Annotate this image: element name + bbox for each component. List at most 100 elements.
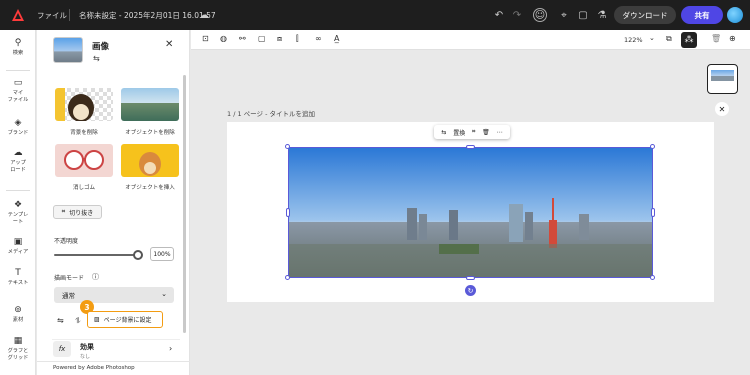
share-button[interactable]: 共有 bbox=[681, 6, 723, 24]
chevron-down-icon[interactable]: ⌄ bbox=[649, 34, 655, 42]
crop-label: 切り抜き bbox=[69, 209, 94, 217]
replace-label[interactable]: 置換 bbox=[453, 128, 465, 137]
more-icon[interactable]: ⋯ bbox=[497, 129, 503, 136]
brand-icon: ◈ bbox=[14, 118, 22, 128]
eraser-tile[interactable] bbox=[55, 144, 113, 177]
effects-label: 効果 bbox=[80, 343, 94, 351]
document-title[interactable]: 名称未設定 - 2025年2月01日 16.01.57 bbox=[79, 10, 216, 21]
opacity-slider-handle[interactable] bbox=[133, 250, 143, 260]
location-pin-icon[interactable]: ⌖ bbox=[557, 8, 571, 22]
nav-item-label: 素材 bbox=[12, 317, 24, 323]
nav-item-label: テンプレ ート bbox=[7, 212, 29, 225]
effects-icon: fx bbox=[53, 341, 71, 357]
resize-handle-right[interactable] bbox=[651, 208, 655, 217]
blend-mode-label: 描画モード bbox=[54, 275, 85, 282]
avatar[interactable] bbox=[727, 7, 743, 23]
nav-item-label: マイ ファイル bbox=[7, 90, 29, 103]
translate-icon[interactable]: A̲ bbox=[334, 34, 339, 43]
nav-item-brand[interactable]: ◈ ブランド bbox=[0, 118, 36, 137]
text-icon: T bbox=[15, 268, 21, 278]
square-icon[interactable]: ▢ bbox=[258, 34, 266, 43]
invite-user-icon[interactable]: ☺ bbox=[533, 8, 547, 22]
align-icon[interactable]: ⫿ bbox=[296, 34, 299, 44]
palette-icon[interactable]: ◍ bbox=[220, 34, 227, 43]
opacity-slider[interactable] bbox=[54, 254, 138, 256]
file-menu[interactable]: ファイル bbox=[37, 10, 67, 21]
effects-row[interactable] bbox=[52, 339, 180, 361]
nav-item-label: 検索 bbox=[12, 50, 24, 56]
nav-item-elements[interactable]: ⊚ 素材 bbox=[0, 305, 36, 324]
zoom-level[interactable]: 122% bbox=[624, 36, 643, 44]
page-label[interactable]: 1 / 1 ページ - タイトルを追加 bbox=[227, 108, 315, 118]
blend-mode-select[interactable]: 通常 ⌄ bbox=[54, 287, 174, 303]
resize-handle-top-right[interactable] bbox=[650, 144, 655, 149]
replace-image-icon[interactable]: ⇆ bbox=[93, 54, 100, 63]
replace-icon[interactable]: ⇆ bbox=[441, 129, 446, 136]
resize-handle-top[interactable] bbox=[466, 145, 475, 149]
adobe-express-logo-icon[interactable] bbox=[11, 8, 25, 22]
powered-by-footer: Powered by Adobe Photoshop bbox=[37, 361, 190, 375]
resize-handle-top-left[interactable] bbox=[285, 144, 290, 149]
left-nav: ⚲ 検索 ▭ マイ ファイル ◈ ブランド ☁ アップ ロード ❖ テンプレ ート ▣ メディア T テキ… bbox=[0, 30, 36, 375]
flip-horizontal-icon[interactable]: ⇋ bbox=[57, 316, 64, 325]
rotate-icon[interactable]: ↻ bbox=[465, 285, 476, 296]
divider bbox=[69, 9, 70, 21]
effects-value: なし bbox=[80, 354, 91, 359]
blend-mode-value: 通常 bbox=[62, 292, 75, 300]
divider bbox=[6, 70, 30, 71]
download-button[interactable]: ダウンロード bbox=[614, 6, 676, 24]
resize-handle-bottom-left[interactable] bbox=[285, 275, 290, 280]
context-toolbar: ⇆ 置換 ⌗ 🗑 ⋯ bbox=[434, 125, 510, 139]
info-icon[interactable]: ⓘ bbox=[92, 272, 99, 282]
redo-icon[interactable]: ↷ bbox=[510, 8, 524, 22]
set-page-background-button[interactable]: ▨ ページ背景に設定 bbox=[87, 311, 163, 328]
chevron-right-icon[interactable]: › bbox=[169, 344, 172, 353]
flip-vertical-icon[interactable]: ⥮ bbox=[75, 316, 81, 326]
comment-icon[interactable]: ▢ bbox=[576, 8, 590, 22]
panel-title: 画像 bbox=[92, 42, 110, 52]
remove-object-tile[interactable] bbox=[121, 88, 179, 121]
remove-background-label: 背景を削除 bbox=[70, 130, 98, 136]
image-thumbnail bbox=[53, 37, 83, 63]
resize-handle-left[interactable] bbox=[286, 208, 290, 217]
nav-item-search[interactable]: ⚲ 検索 bbox=[0, 38, 36, 57]
layers-icon[interactable]: ⧉ bbox=[666, 34, 672, 44]
panel-scrollbar[interactable] bbox=[183, 75, 186, 333]
nav-item-label: アップ ロード bbox=[10, 160, 26, 173]
templates-icon: ❖ bbox=[13, 200, 23, 210]
close-icon[interactable]: ✕ bbox=[715, 102, 729, 116]
background-icon: ▨ bbox=[94, 316, 100, 323]
beaker-icon[interactable]: ⚗ bbox=[595, 8, 609, 22]
resize-handle-bottom-right[interactable] bbox=[650, 275, 655, 280]
link-icon[interactable]: ∞ bbox=[315, 34, 322, 43]
frame-icon[interactable]: ⊡ bbox=[202, 34, 209, 43]
remove-background-tile[interactable] bbox=[55, 88, 113, 121]
crop-button[interactable]: ⌗ 切り抜き bbox=[53, 205, 102, 219]
insert-object-tile[interactable] bbox=[121, 144, 179, 177]
folder-icon: ▭ bbox=[13, 78, 23, 88]
elements-icon: ⊚ bbox=[14, 305, 22, 315]
grid-icon: ▦ bbox=[13, 336, 23, 346]
effects-shape-icon[interactable]: ⚯ bbox=[239, 34, 246, 43]
nav-item-media[interactable]: ▣ メディア bbox=[0, 237, 36, 256]
city-skyline-image[interactable] bbox=[288, 147, 653, 278]
nav-item-text[interactable]: T テキスト bbox=[0, 268, 36, 287]
eraser-label: 消しゴム bbox=[72, 185, 95, 191]
nav-item-folder[interactable]: ▭ マイ ファイル bbox=[0, 78, 36, 104]
close-icon[interactable]: ✕ bbox=[165, 39, 173, 50]
top-bar: ファイル 名称未設定 - 2025年2月01日 16.01.57 ☁ ↶ ↷ ☺… bbox=[0, 0, 750, 30]
opacity-value-field[interactable]: 100% bbox=[150, 247, 174, 261]
grid-toggle-icon[interactable]: ⁂ bbox=[681, 32, 697, 48]
crop-icon[interactable]: ⌗ bbox=[472, 128, 475, 136]
add-page-icon[interactable]: ⊕ bbox=[729, 34, 736, 43]
trash-icon[interactable]: 🗑 bbox=[711, 34, 721, 43]
cloud-icon: ☁ bbox=[199, 9, 209, 21]
undo-icon[interactable]: ↶ bbox=[492, 8, 506, 22]
trash-icon[interactable]: 🗑 bbox=[482, 129, 490, 136]
mask-icon[interactable]: ⧈ bbox=[277, 34, 282, 44]
nav-item-upload-cloud[interactable]: ☁ アップ ロード bbox=[0, 148, 36, 174]
nav-item-templates[interactable]: ❖ テンプレ ート bbox=[0, 200, 36, 226]
nav-item-grid[interactable]: ▦ グラフと グリッド bbox=[0, 336, 36, 362]
resize-handle-bottom[interactable] bbox=[466, 276, 475, 280]
page-thumbnail[interactable] bbox=[707, 64, 738, 94]
